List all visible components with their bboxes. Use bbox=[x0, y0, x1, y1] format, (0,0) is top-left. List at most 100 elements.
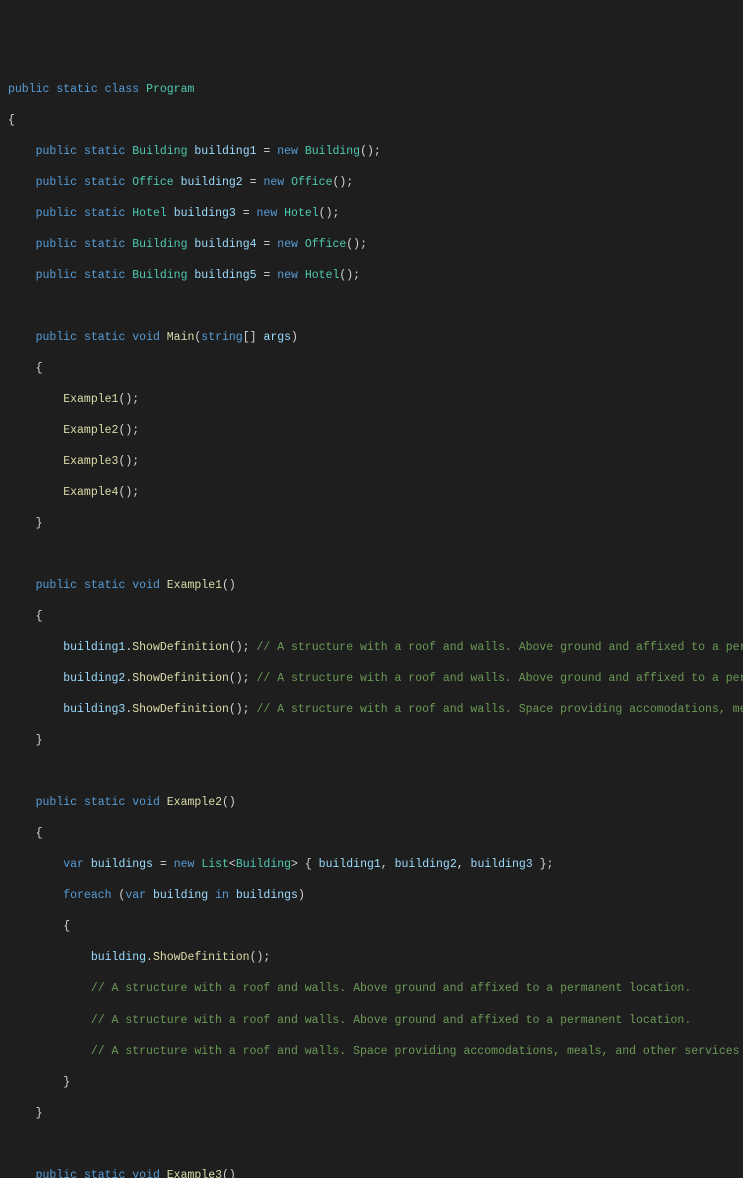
brace-open: { bbox=[8, 114, 15, 127]
keyword-string: string bbox=[201, 331, 242, 344]
code-line: building1.ShowDefinition(); // A structu… bbox=[8, 640, 735, 656]
brace-open: { bbox=[63, 920, 70, 933]
lt: < bbox=[229, 858, 236, 871]
blank-line bbox=[8, 764, 735, 780]
code-line: public static Hotel building3 = new Hote… bbox=[8, 206, 735, 222]
keyword-public: public bbox=[36, 579, 77, 592]
keyword-static: static bbox=[84, 331, 125, 344]
code-line: building2.ShowDefinition(); // A structu… bbox=[8, 671, 735, 687]
comment: // A structure with a roof and walls. Ab… bbox=[256, 641, 743, 654]
field-ref: building1 bbox=[319, 858, 381, 871]
call-end: (); bbox=[118, 486, 139, 499]
type-name: Office bbox=[132, 176, 173, 189]
ctor-name: Office bbox=[305, 238, 346, 251]
brace-close: } bbox=[36, 517, 43, 530]
class-name: Program bbox=[146, 83, 194, 96]
keyword-static: static bbox=[84, 579, 125, 592]
keyword-var: var bbox=[63, 858, 84, 871]
blank-line bbox=[8, 1137, 735, 1153]
keyword-public: public bbox=[36, 796, 77, 809]
code-line: { bbox=[8, 113, 735, 129]
field-name: building1 bbox=[194, 145, 256, 158]
comment: // A structure with a roof and walls. Ab… bbox=[91, 1014, 691, 1027]
dot: . bbox=[146, 951, 153, 964]
code-line: public static class Program bbox=[8, 82, 735, 98]
var-name: building bbox=[153, 889, 208, 902]
brace-open: { bbox=[36, 610, 43, 623]
keyword-new: new bbox=[277, 145, 298, 158]
ctor-name: Building bbox=[305, 145, 360, 158]
brace-open: { bbox=[36, 362, 43, 375]
keyword-public: public bbox=[36, 269, 77, 282]
keyword-class: class bbox=[105, 83, 140, 96]
operator: = bbox=[236, 207, 257, 220]
field-name: building3 bbox=[174, 207, 236, 220]
brackets: [] bbox=[243, 331, 257, 344]
code-line: } bbox=[8, 733, 735, 749]
call-end: (); bbox=[229, 703, 257, 716]
code-line: { bbox=[8, 609, 735, 625]
keyword-void: void bbox=[132, 579, 160, 592]
keyword-static: static bbox=[84, 796, 125, 809]
code-line: { bbox=[8, 919, 735, 935]
field-ref: building3 bbox=[471, 858, 533, 871]
brace-close: } bbox=[63, 1076, 70, 1089]
method-name: Example3 bbox=[167, 1169, 222, 1178]
punctuation: (); bbox=[346, 238, 367, 251]
keyword-public: public bbox=[36, 176, 77, 189]
operator: = bbox=[153, 858, 174, 871]
type-name: List bbox=[201, 858, 229, 871]
operator: = bbox=[243, 176, 264, 189]
code-line: Example2(); bbox=[8, 423, 735, 439]
code-line: public static void Main(string[] args) bbox=[8, 330, 735, 346]
paren-open: ( bbox=[112, 889, 126, 902]
method-call: Example1 bbox=[63, 393, 118, 406]
field-ref: building3 bbox=[63, 703, 125, 716]
call-end: (); bbox=[118, 455, 139, 468]
comment: // A structure with a roof and walls. Sp… bbox=[91, 1045, 743, 1058]
var-ref: buildings bbox=[236, 889, 298, 902]
method-call: ShowDefinition bbox=[132, 703, 229, 716]
call-end: (); bbox=[118, 393, 139, 406]
code-line: { bbox=[8, 826, 735, 842]
brace-open: { bbox=[36, 827, 43, 840]
parens: () bbox=[222, 579, 236, 592]
field-name: building4 bbox=[194, 238, 256, 251]
punctuation: (); bbox=[319, 207, 340, 220]
method-call: ShowDefinition bbox=[132, 641, 229, 654]
paren-close: ) bbox=[291, 331, 298, 344]
keyword-new: new bbox=[257, 207, 278, 220]
code-line: public static Building building5 = new H… bbox=[8, 268, 735, 284]
type-name: Building bbox=[132, 269, 187, 282]
keyword-in: in bbox=[215, 889, 229, 902]
code-line: // A structure with a roof and walls. Sp… bbox=[8, 1044, 735, 1060]
field-name: building2 bbox=[181, 176, 243, 189]
keyword-void: void bbox=[132, 331, 160, 344]
field-ref: building2 bbox=[63, 672, 125, 685]
call-end: (); bbox=[118, 424, 139, 437]
keyword-static: static bbox=[84, 238, 125, 251]
keyword-public: public bbox=[36, 207, 77, 220]
code-line: building.ShowDefinition(); bbox=[8, 950, 735, 966]
keyword-public: public bbox=[36, 1169, 77, 1178]
keyword-public: public bbox=[36, 238, 77, 251]
code-line: public static Building building1 = new B… bbox=[8, 144, 735, 160]
code-line: // A structure with a roof and walls. Ab… bbox=[8, 981, 735, 997]
code-line: foreach (var building in buildings) bbox=[8, 888, 735, 904]
code-line: public static void Example2() bbox=[8, 795, 735, 811]
type-name: Building bbox=[236, 858, 291, 871]
keyword-public: public bbox=[8, 83, 49, 96]
operator: = bbox=[257, 238, 278, 251]
code-line: } bbox=[8, 516, 735, 532]
punctuation: (); bbox=[332, 176, 353, 189]
method-call: ShowDefinition bbox=[132, 672, 229, 685]
code-line: Example1(); bbox=[8, 392, 735, 408]
code-line: Example4(); bbox=[8, 485, 735, 501]
brace-close: } bbox=[36, 734, 43, 747]
keyword-public: public bbox=[36, 331, 77, 344]
comment: // A structure with a roof and walls. Sp… bbox=[256, 703, 743, 716]
code-line: var buildings = new List<Building> { bui… bbox=[8, 857, 735, 873]
ctor-name: Hotel bbox=[305, 269, 340, 282]
code-line: public static Building building4 = new O… bbox=[8, 237, 735, 253]
init-end: }; bbox=[533, 858, 554, 871]
